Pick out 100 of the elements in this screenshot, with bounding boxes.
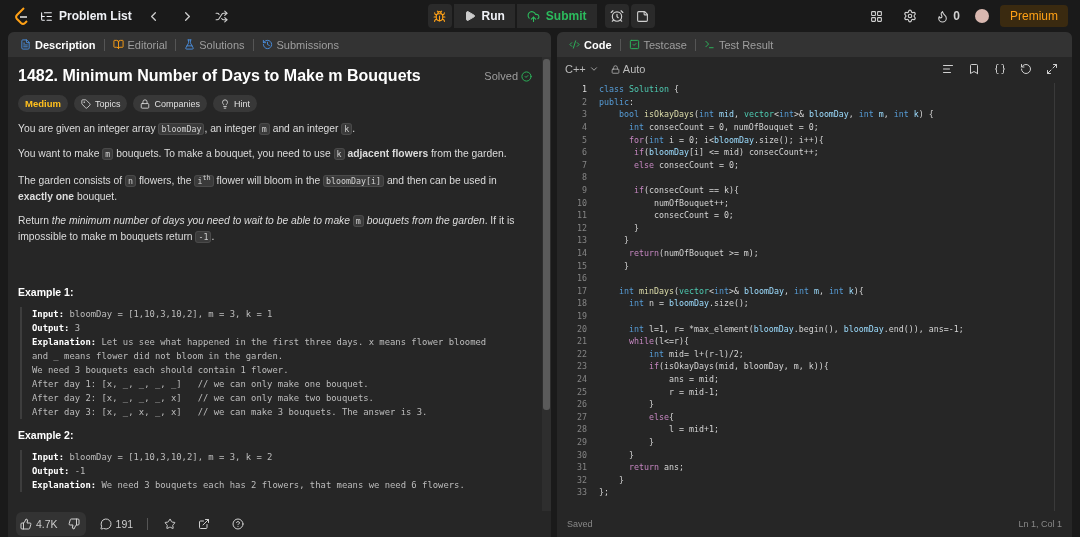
avatar-icon[interactable]	[974, 8, 990, 24]
code-line: while(l<=r){	[627, 336, 689, 347]
example-line: After day 2: [x, _, _, _, x] // we can only make two bouquets.	[32, 391, 375, 405]
tag-chip[interactable]: Hint	[212, 95, 257, 112]
description-paragraph: You are given an integer array bloomDay , an integer m and an integer k .	[18, 122, 357, 137]
line-number: 30	[576, 449, 588, 460]
logo-icon[interactable]	[14, 7, 30, 25]
code-line: }	[622, 235, 629, 246]
lightbulb-icon	[219, 98, 230, 109]
example-line: Output: -1	[32, 464, 87, 478]
code-line: if(isOkayDays(mid, bloomDay, m, k)){	[647, 361, 829, 372]
example-heading: Example 2:	[18, 428, 75, 441]
line-number: 8	[581, 172, 588, 183]
panel-tab[interactable]: Editorial	[108, 38, 172, 51]
expand-icon	[1046, 63, 1058, 75]
code-line: else consecCount = 0;	[632, 159, 739, 170]
code-line: if(consecCount == k){	[632, 185, 739, 196]
line-number: 32	[576, 474, 588, 485]
terminal-icon	[703, 39, 715, 50]
problem-list-link[interactable]: Problem List	[40, 9, 132, 23]
code-line: for(int i = 0; i<bloomDay.size(); i++){	[627, 134, 824, 145]
tag-chip[interactable]: Companies	[133, 95, 207, 112]
document-icon	[20, 39, 31, 50]
checkbox-icon	[628, 39, 640, 50]
code-icon	[569, 39, 580, 50]
line-number: 16	[576, 273, 588, 284]
problem-title: 1482. Minimum Number of Days to Make m Bouquets	[18, 67, 421, 85]
line-number: 5	[581, 134, 588, 145]
submit-button[interactable]: Submit	[516, 4, 597, 28]
align-left-icon	[942, 63, 954, 75]
panel-tab[interactable]: Code	[565, 38, 616, 51]
code-line: r = mid-1;	[667, 386, 719, 397]
code-line: int n = bloomDay.size();	[627, 298, 749, 309]
code-line: int mid= l+(r-l)/2;	[647, 348, 744, 359]
notes-button[interactable]	[630, 4, 655, 28]
solved-status: Solved	[484, 70, 532, 82]
panel-tab[interactable]: Description	[16, 38, 100, 51]
line-number: 15	[576, 260, 588, 271]
example-line: After day 3: [x, _, x, _, x] // we can make 3 bouquets. The answer is 3.	[32, 405, 429, 419]
run-button[interactable]: Run	[453, 4, 515, 28]
panel-tab[interactable]: Test Result	[699, 38, 778, 51]
line-number: 26	[576, 399, 588, 410]
line-number: 19	[576, 311, 588, 321]
code-line: if(bloomDay[i] <= mid) consecCount++;	[632, 147, 819, 158]
line-number: 17	[576, 285, 588, 296]
line-number: 23	[576, 361, 588, 372]
lock-icon	[610, 64, 620, 74]
code-line: };	[599, 487, 609, 498]
line-number: 9	[581, 185, 588, 196]
example-line: Input: bloomDay = [1,10,3,10,2], m = 3, k = 1	[32, 307, 274, 321]
line-number: 2	[581, 96, 588, 107]
code-line: }	[627, 449, 634, 460]
timer-button[interactable]	[604, 4, 629, 28]
external-link-icon	[198, 518, 211, 530]
language-select[interactable]: C++	[565, 63, 599, 75]
debug-button[interactable]	[427, 4, 452, 28]
example-line: Explanation: We need 3 bouquets each has 2 flowers, that means we need 6 flowers.	[32, 478, 466, 492]
example-line: Input: bloomDay = [1,10,3,10,2], m = 3, k = 2	[32, 450, 274, 464]
line-number: 7	[581, 159, 588, 170]
grid-icon	[869, 9, 883, 23]
code-line: else{	[647, 411, 674, 422]
code-line: int consecCount = 0, numOfBouquet = 0;	[627, 122, 819, 133]
shuffle-icon	[215, 9, 229, 23]
line-number: 3	[581, 109, 588, 120]
thumbs-down-icon	[67, 518, 80, 530]
comments-button[interactable]: 191	[95, 512, 138, 536]
auto-mode-toggle[interactable]: Auto	[610, 63, 646, 75]
code-line: bool isOkayDays(int mid, vector<int>& bloomDay, int m, int k) {	[617, 109, 934, 120]
panel-tab[interactable]: Submissions	[257, 38, 343, 51]
bug-icon	[433, 9, 446, 23]
line-number: 10	[576, 197, 588, 208]
panel-tab[interactable]: Testcase	[624, 38, 691, 51]
line-number: 6	[581, 147, 588, 158]
line-number: 31	[576, 462, 588, 473]
line-number: 28	[576, 424, 588, 435]
bookmark-icon	[968, 63, 980, 75]
code-line: class Solution {	[599, 84, 679, 95]
note-icon	[636, 9, 649, 23]
streak-counter[interactable]: 0	[932, 4, 964, 28]
cloud-upload-icon	[526, 9, 540, 23]
tag-icon	[80, 98, 91, 109]
book-icon	[112, 39, 124, 50]
line-number: 11	[576, 210, 588, 221]
code-line: ans = mid;	[667, 373, 719, 384]
example-heading: Example 1:	[18, 285, 75, 298]
scrollbar-thumb[interactable]	[543, 59, 550, 410]
reset-icon	[1020, 63, 1032, 75]
thumbs-up-icon	[20, 518, 32, 530]
line-number: 21	[576, 336, 588, 347]
line-number: 29	[576, 436, 588, 447]
premium-button[interactable]: Premium	[1000, 5, 1068, 27]
cursor-position: Ln 1, Col 1	[1018, 519, 1062, 529]
flame-icon	[936, 9, 950, 23]
code-line: return ans;	[627, 462, 684, 473]
panel-tab[interactable]: Solutions	[180, 38, 249, 51]
tag-chip[interactable]: Topics	[73, 95, 128, 112]
example-line: After day 1: [x, _, _, _, _] // we can only make one bouquet.	[32, 377, 370, 391]
help-icon	[232, 518, 245, 530]
line-number: 12	[576, 222, 588, 233]
difficulty-badge: Medium	[18, 95, 68, 112]
